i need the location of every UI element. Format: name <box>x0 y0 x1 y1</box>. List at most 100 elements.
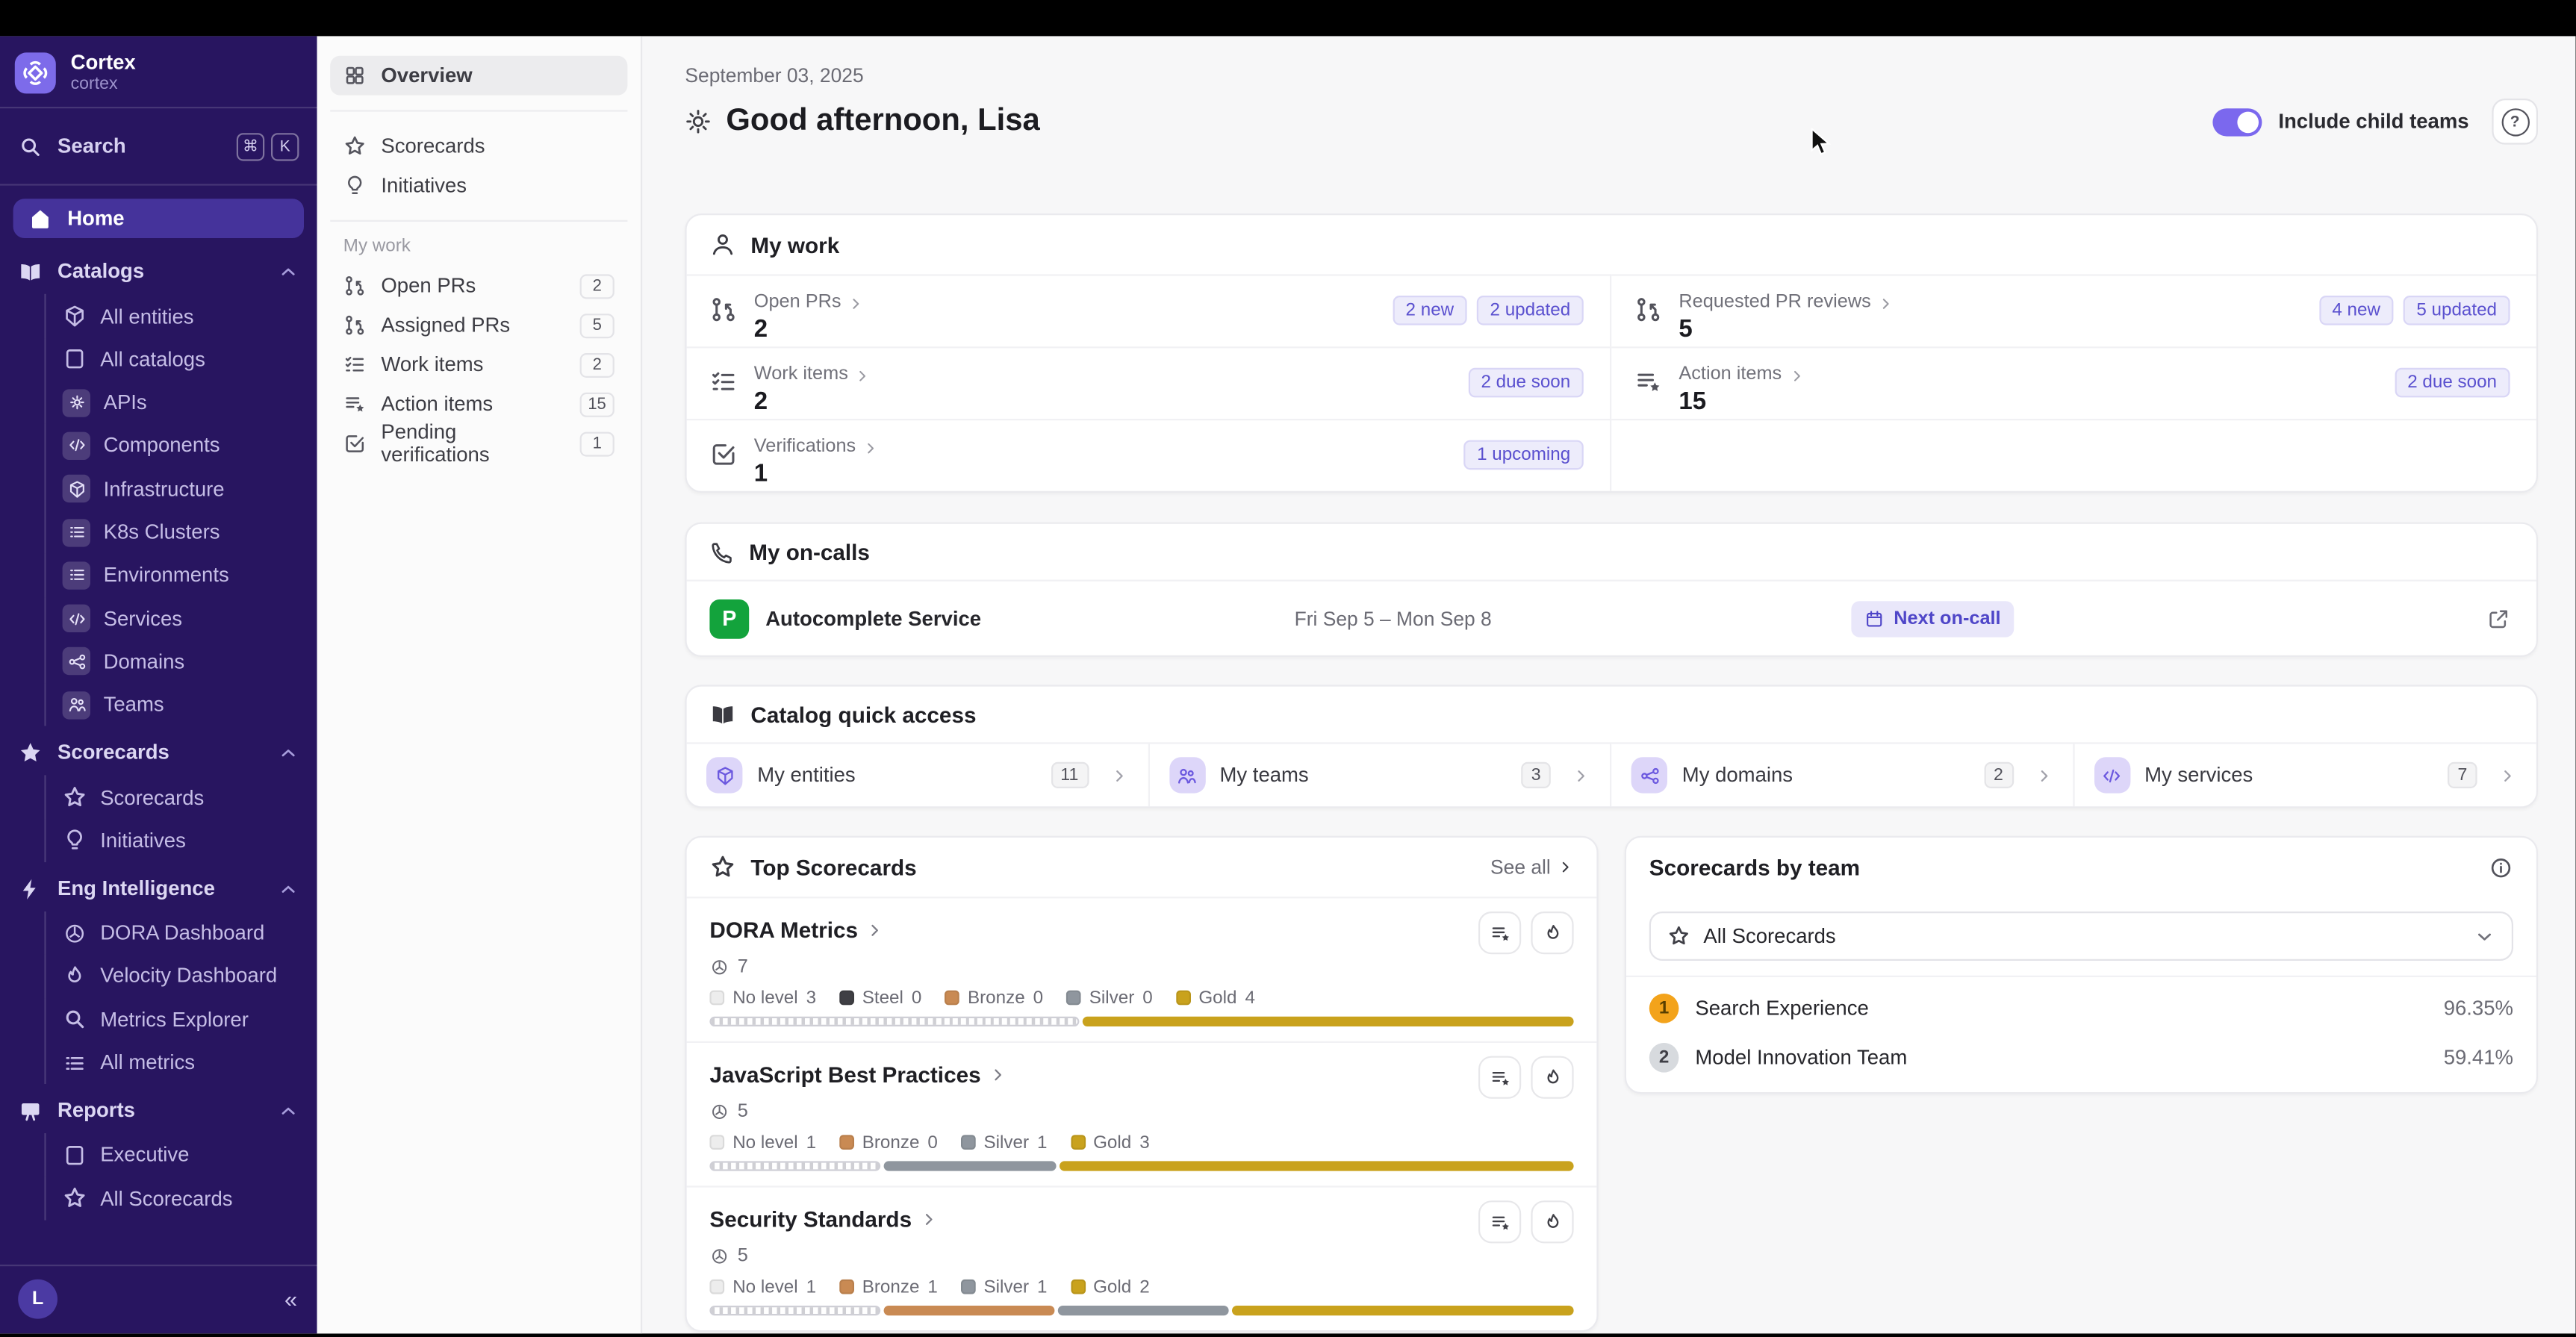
sidebar-item-executive[interactable]: Executive <box>44 1133 317 1177</box>
stat-action-items[interactable]: Action items 15 2 due soon <box>1611 346 2536 419</box>
stat-requested-pr-reviews[interactable]: Requested PR reviews 5 4 new 5 updated <box>1611 274 2536 346</box>
heatmap-button[interactable] <box>1531 1200 1574 1244</box>
top-scorecards-card: Top Scorecards See all DORA Metrics 7 No… <box>685 835 1599 1333</box>
gold-swatch <box>1175 990 1191 1006</box>
sidebar-item-apis[interactable]: APIs <box>44 381 317 425</box>
sidebar-section-scorecards[interactable]: Scorecards <box>0 730 317 776</box>
rules-report-button[interactable] <box>1478 1200 1522 1244</box>
status-badge: 2 new <box>1392 294 1467 325</box>
sidebar-item-initiatives[interactable]: Initiatives <box>44 819 317 862</box>
k8s-icon <box>62 518 90 546</box>
sidebar-item-services[interactable]: Services <box>44 596 317 641</box>
info-icon[interactable] <box>2489 855 2513 879</box>
scorecard-filter-select[interactable]: All Scorecards <box>1649 911 2513 961</box>
scorecard-link[interactable]: DORA Metrics <box>709 911 884 947</box>
silver-swatch <box>1065 990 1081 1006</box>
reports-sublist: Executive All Scorecards <box>0 1133 317 1221</box>
scorecard-link[interactable]: Security Standards <box>709 1200 938 1236</box>
workspace-switcher[interactable]: Cortex cortex <box>0 36 317 107</box>
quick-access-my-entities[interactable]: My entities 11 <box>687 744 1149 807</box>
team-row[interactable]: 1 Search Experience 96.35% <box>1649 984 2513 1033</box>
sidebar-item-metrics-explorer[interactable]: Metrics Explorer <box>44 997 317 1041</box>
sidebar-item-all-entities[interactable]: All entities <box>44 294 317 338</box>
count-badge: 5 <box>579 313 615 338</box>
help-button[interactable]: ? <box>2492 99 2538 145</box>
heatmap-button[interactable] <box>1531 1056 1574 1099</box>
tab-pending-verifications[interactable]: Pending verifications 1 <box>330 420 627 467</box>
sidebar-item-teams[interactable]: Teams <box>44 683 317 727</box>
status-badge: 2 due soon <box>1467 367 1584 397</box>
star-outline-icon <box>63 1186 87 1211</box>
stat-value: 15 <box>1679 387 1707 416</box>
sidebar-section-catalogs[interactable]: Catalogs <box>0 249 317 295</box>
chevron-right-icon <box>2498 766 2516 784</box>
chevron-right-icon <box>1788 368 1805 384</box>
sidebar-item-scorecards[interactable]: Scorecards <box>44 776 317 820</box>
pull-request-icon <box>1634 296 1662 323</box>
book-icon <box>709 701 735 727</box>
quick-access-my-services[interactable]: My services 7 <box>2074 744 2536 807</box>
heatmap-button[interactable] <box>1531 911 1574 955</box>
bronze-swatch <box>839 1279 854 1294</box>
tab-work-items[interactable]: Work items 2 <box>330 345 627 384</box>
quick-access-my-domains[interactable]: My domains 2 <box>1611 744 2074 807</box>
on-call-row[interactable]: P Autocomplete Service Fri Sep 5 – Mon S… <box>686 579 2536 655</box>
check-square-icon <box>343 432 367 455</box>
person-icon <box>709 231 735 258</box>
star-outline-icon <box>63 785 87 810</box>
stat-open-prs[interactable]: Open PRs 2 2 new 2 updated <box>686 274 1612 347</box>
calendar-icon <box>1864 608 1884 628</box>
rank-badge: 2 <box>1649 1043 1679 1073</box>
check-square-icon <box>709 440 737 468</box>
section-label: Catalogs <box>57 260 145 284</box>
scorecards-by-team-card: Scorecards by team All Scorecards 1 Sear… <box>1624 835 2538 1094</box>
tab-action-items[interactable]: Action items 15 <box>330 384 627 424</box>
sidebar-item-dora-dashboard[interactable]: DORA Dashboard <box>44 911 317 955</box>
sidebar-item-all-metrics[interactable]: All metrics <box>44 1041 317 1085</box>
card-title: Catalog quick access <box>750 702 977 727</box>
team-row[interactable]: 2 Model Innovation Team 59.41% <box>1649 1033 2513 1082</box>
sidebar-item-home[interactable]: Home <box>13 199 304 239</box>
collapse-sidebar-button[interactable]: « <box>284 1286 297 1312</box>
sidebar-section-eng-intelligence[interactable]: Eng Intelligence <box>0 865 317 911</box>
card-title: My on-calls <box>749 539 870 564</box>
card-title: Scorecards by team <box>1649 855 1861 880</box>
level-legend: No level 1 Bronze 1 Silver 1 Gold 2 <box>709 1277 1573 1297</box>
flame-icon <box>1542 922 1564 944</box>
sidebar-item-all-catalogs[interactable]: All catalogs <box>44 337 317 381</box>
sidebar-item-all-scorecards[interactable]: All Scorecards <box>44 1177 317 1221</box>
all-metrics-icon <box>63 1050 87 1075</box>
sidebar-item-k8s-clusters[interactable]: K8s Clusters <box>44 511 317 554</box>
flame-icon <box>1542 1212 1564 1233</box>
include-child-teams-toggle[interactable] <box>2212 107 2262 136</box>
tab-assigned-prs[interactable]: Assigned PRs 5 <box>330 305 627 345</box>
stat-verifications[interactable]: Verifications 1 1 upcoming <box>686 419 1612 491</box>
sidebar-item-environments[interactable]: Environments <box>44 553 317 597</box>
external-link-icon[interactable] <box>2487 607 2510 630</box>
tab-initiatives[interactable]: Initiatives <box>330 166 627 205</box>
rules-report-button[interactable] <box>1478 1056 1522 1099</box>
rules-report-button[interactable] <box>1478 911 1522 955</box>
search-button[interactable]: Search ⌘ K <box>0 109 317 184</box>
sidebar-item-velocity-dashboard[interactable]: Velocity Dashboard <box>44 954 317 998</box>
sidebar-item-domains[interactable]: Domains <box>44 640 317 684</box>
sidebar-section-reports[interactable]: Reports <box>0 1088 317 1134</box>
infrastructure-icon <box>62 475 90 503</box>
teams-icon <box>62 691 90 720</box>
primary-sidebar: Cortex cortex Search ⌘ K Home Catalogs A… <box>0 36 317 1334</box>
status-badge: 2 due soon <box>2394 367 2510 397</box>
tab-open-prs[interactable]: Open PRs 2 <box>330 266 627 305</box>
user-avatar[interactable]: L <box>18 1279 57 1319</box>
see-all-link[interactable]: See all <box>1490 856 1574 879</box>
toggle-label: Include child teams <box>2278 110 2469 134</box>
stat-work-items[interactable]: Work items 2 2 due soon <box>686 346 1612 419</box>
tab-overview[interactable]: Overview <box>330 55 628 96</box>
no-level-swatch <box>709 990 725 1006</box>
tab-scorecards[interactable]: Scorecards <box>330 126 627 166</box>
sidebar-item-components[interactable]: Components <box>44 424 317 468</box>
status-badge: 2 updated <box>1476 294 1584 325</box>
quick-access-my-teams[interactable]: My teams 3 <box>1149 744 1612 807</box>
on-call-service: Autocomplete Service <box>765 606 982 630</box>
sidebar-item-infrastructure[interactable]: Infrastructure <box>44 467 317 511</box>
scorecard-link[interactable]: JavaScript Best Practices <box>709 1056 1007 1092</box>
